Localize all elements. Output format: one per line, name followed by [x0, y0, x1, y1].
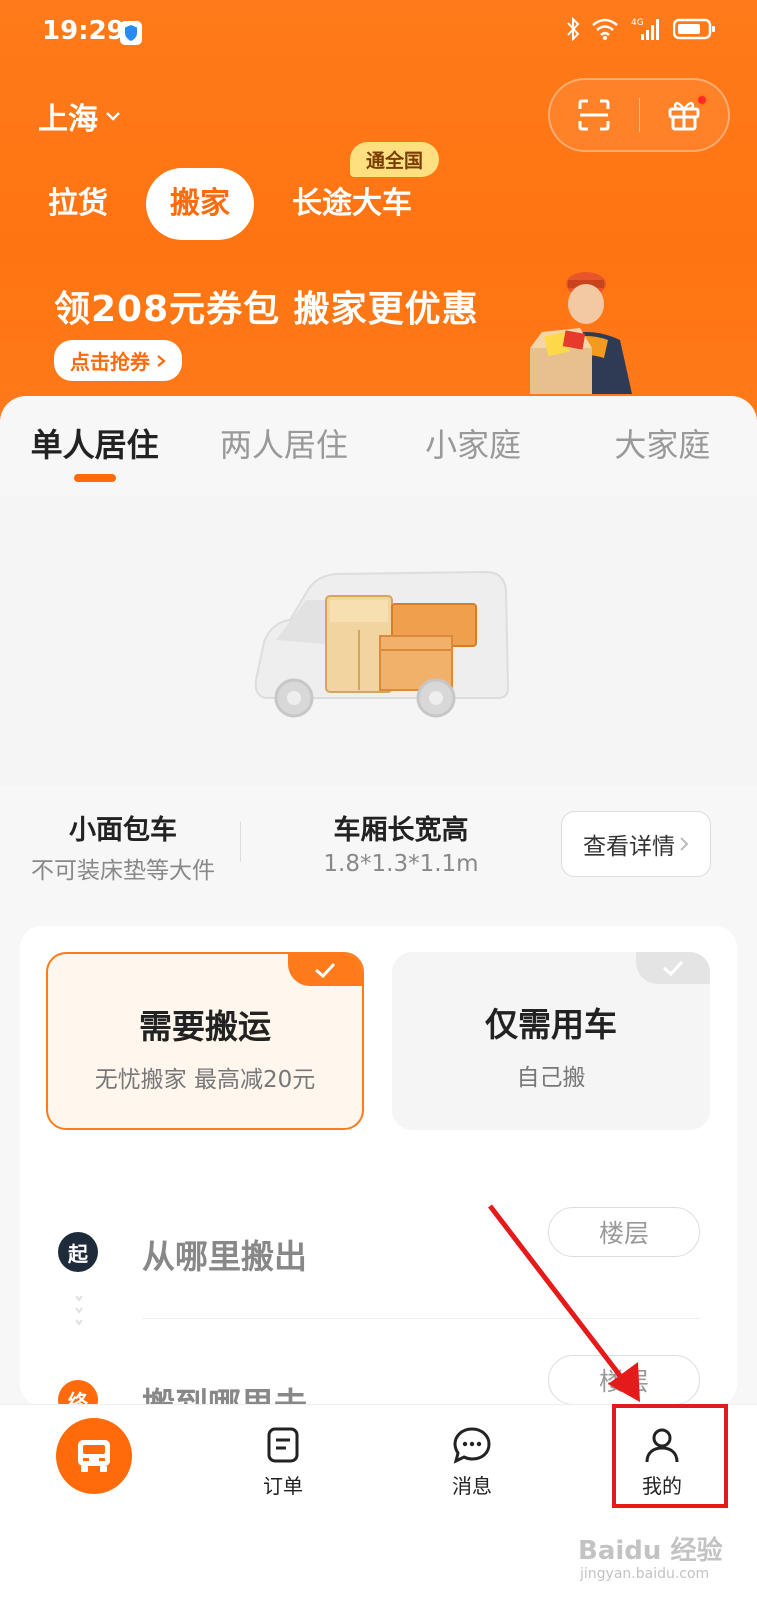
selected-corner	[288, 954, 362, 986]
svg-text:4G: 4G	[631, 18, 644, 28]
start-badge: 起	[58, 1232, 98, 1272]
shield-icon	[120, 21, 142, 45]
option-vehicle-only[interactable]: 仅需用车 自己搬	[392, 952, 710, 1130]
check-icon	[315, 962, 336, 979]
tab-small-family[interactable]: 小家庭	[379, 396, 568, 496]
option-subtitle: 无忧搬家 最高减20元	[94, 1067, 316, 1093]
city-label: 上海	[38, 102, 98, 137]
route-dots	[75, 1295, 83, 1326]
nav-messages-label: 消息	[452, 1474, 492, 1498]
option-subtitle: 自己搬	[516, 1065, 586, 1091]
tab-large-family-label: 大家庭	[614, 426, 711, 464]
vehicle-type: 小面包车 不可装床垫等大件	[18, 808, 228, 885]
orders-icon	[267, 1427, 299, 1463]
claim-coupon-label: 点击抢券	[70, 350, 150, 374]
pickup-floor-button[interactable]: 楼层	[548, 1207, 700, 1257]
nav-orders[interactable]: 订单	[233, 1426, 333, 1499]
service-tabs: 拉货 搬家 长途大车	[36, 168, 424, 240]
chevron-right-icon	[680, 837, 689, 851]
gift-button[interactable]	[640, 78, 729, 152]
signal-icon: 4G	[631, 18, 659, 40]
spec-divider	[240, 822, 241, 862]
top-action-group	[548, 78, 730, 152]
baidu-watermark: Baidu 经验	[578, 1536, 723, 1566]
vehicle-note: 不可装床垫等大件	[31, 858, 215, 884]
dropoff-floor-button[interactable]: 楼层	[548, 1355, 700, 1405]
tab-freight[interactable]: 拉货	[36, 168, 120, 240]
vehicle-dimensions: 车厢长宽高 1.8*1.3*1.1m	[296, 808, 506, 877]
highlight-box	[612, 1404, 728, 1508]
notification-dot	[696, 94, 709, 106]
tab-single-label: 单人居住	[30, 426, 159, 464]
option-need-carrying[interactable]: 需要搬运 无忧搬家 最高减20元	[46, 952, 364, 1130]
option-title: 仅需用车	[485, 1005, 617, 1044]
status-time: 19:29	[42, 16, 125, 46]
tab-couple[interactable]: 两人居住	[189, 396, 378, 496]
scan-button[interactable]	[550, 78, 639, 152]
tab-small-family-label: 小家庭	[425, 426, 522, 464]
dimension-value: 1.8*1.3*1.1m	[323, 851, 479, 877]
van-illustration	[254, 570, 510, 718]
wifi-icon	[592, 18, 618, 40]
pickup-address-input[interactable]: 从哪里搬出	[142, 1230, 307, 1278]
tab-long-distance[interactable]: 长途大车	[280, 168, 424, 240]
chevron-down-icon	[106, 112, 120, 121]
household-size-tabs: 单人居住 两人居住 小家庭 大家庭	[0, 396, 757, 496]
view-details-button[interactable]: 查看详情	[561, 811, 711, 877]
status-bar: 19:29 4G	[0, 0, 757, 64]
baidu-watermark-url: jingyan.baidu.com	[580, 1566, 710, 1582]
tab-moving[interactable]: 搬家	[146, 168, 254, 240]
city-selector[interactable]: 上海	[38, 94, 122, 138]
tab-couple-label: 两人居住	[219, 426, 348, 464]
promo-title: 领208元券包 搬家更优惠	[54, 289, 479, 330]
scan-icon	[578, 99, 610, 131]
chevron-right-icon	[157, 354, 166, 367]
active-tab-indicator	[73, 474, 116, 482]
vehicle-name: 小面包车	[69, 815, 177, 846]
tab-large-family[interactable]: 大家庭	[568, 396, 757, 496]
battery-icon	[673, 18, 715, 40]
dimension-label: 车厢长宽高	[333, 815, 469, 846]
truck-icon	[78, 1440, 110, 1472]
nav-orders-label: 订单	[263, 1474, 303, 1498]
nationwide-badge: 通全国	[350, 142, 440, 177]
nav-messages[interactable]: 消息	[422, 1426, 522, 1499]
option-title: 需要搬运	[139, 1007, 271, 1046]
bluetooth-icon	[567, 16, 580, 42]
tab-single[interactable]: 单人居住	[0, 396, 189, 496]
unselected-corner	[636, 952, 710, 984]
check-icon	[663, 960, 684, 977]
nav-home-button[interactable]	[56, 1418, 132, 1494]
address-divider	[142, 1318, 700, 1319]
claim-coupon-button[interactable]: 点击抢券	[54, 340, 182, 381]
view-details-label: 查看详情	[583, 834, 675, 860]
mascot-illustration	[530, 272, 632, 394]
chat-icon	[453, 1427, 491, 1464]
